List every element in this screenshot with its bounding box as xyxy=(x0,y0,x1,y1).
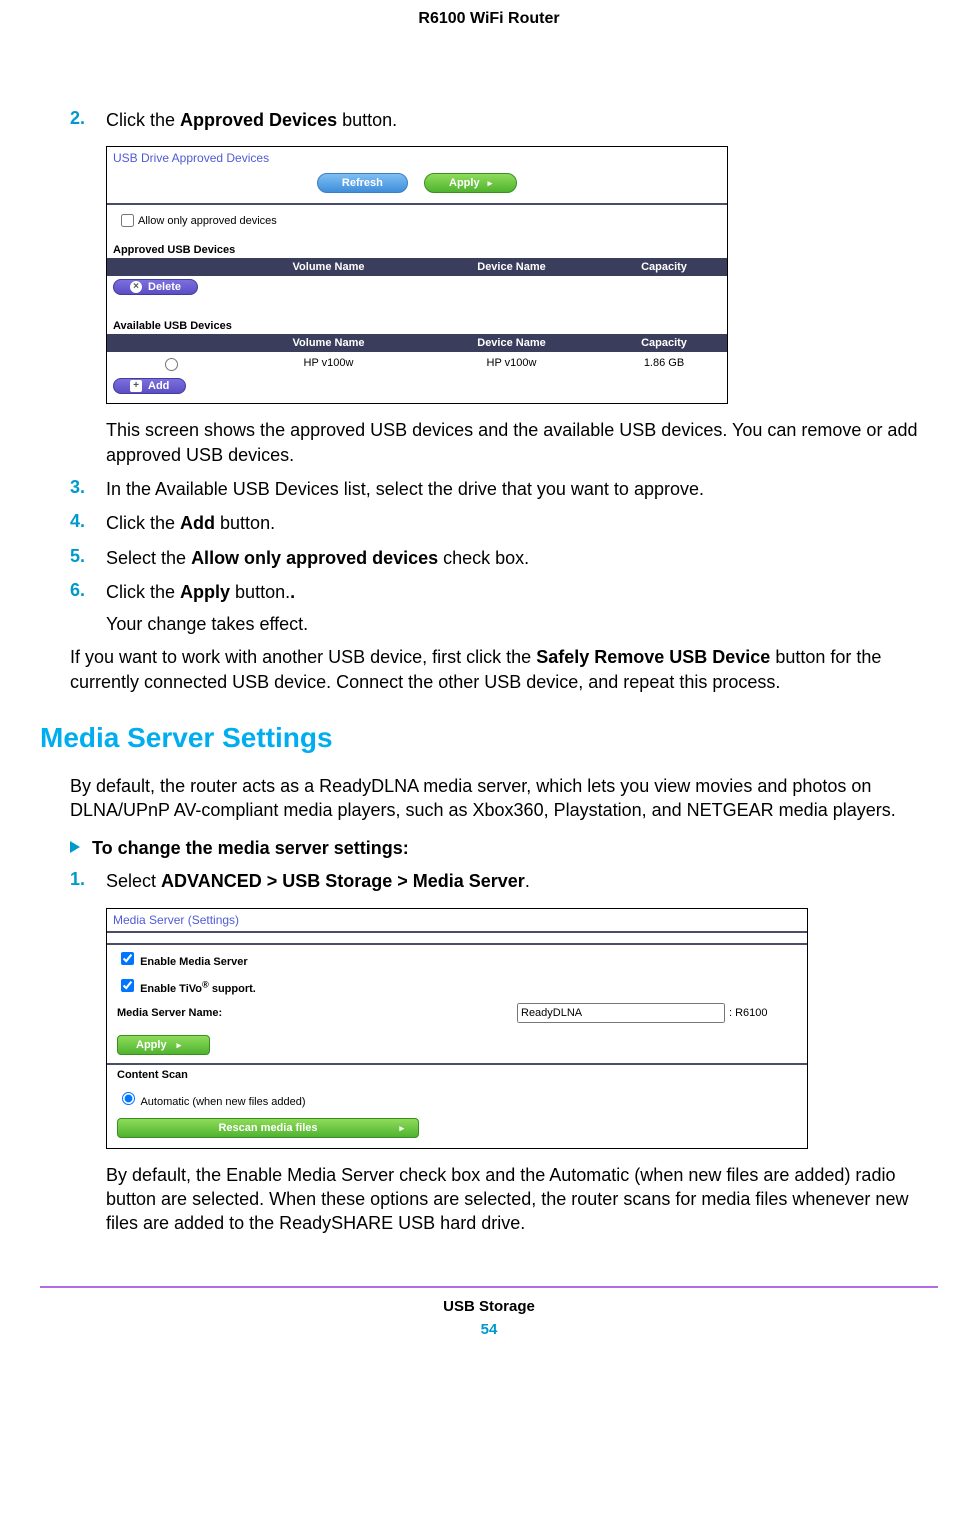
step-number: 4. xyxy=(70,511,85,532)
enable-media-checkbox[interactable] xyxy=(121,952,134,965)
apply-button[interactable]: Apply▸ xyxy=(117,1035,210,1055)
step-text: Click the xyxy=(106,582,180,602)
apply-button[interactable]: Apply▸ xyxy=(424,173,517,193)
refresh-button[interactable]: Refresh xyxy=(317,173,408,193)
media-server-name-label: Media Server Name: xyxy=(117,1007,517,1019)
footer-label: USB Storage xyxy=(40,1298,938,1315)
task-heading: To change the media server settings: xyxy=(70,838,938,859)
enable-media-checkbox-label[interactable]: Enable Media Server xyxy=(117,956,248,968)
step-3: 3. In the Available USB Devices list, se… xyxy=(70,477,938,501)
step-bold: Allow only approved devices xyxy=(191,548,438,568)
page-header: R6100 WiFi Router xyxy=(40,10,938,28)
step-1b: 1. Select ADVANCED > USB Storage > Media… xyxy=(70,869,938,893)
close-icon: × xyxy=(130,281,142,293)
page-number: 54 xyxy=(40,1321,938,1338)
rescan-button[interactable]: Rescan media files▸ xyxy=(117,1118,419,1138)
paragraph: This screen shows the approved USB devic… xyxy=(106,418,938,467)
arrow-right-icon: ▸ xyxy=(177,1040,182,1050)
arrow-right-icon: ▸ xyxy=(399,1123,404,1134)
step-text: Click the xyxy=(106,110,180,130)
panel-title: Media Server (Settings) xyxy=(107,909,807,931)
step-2: 2. Click the Approved Devices button. xyxy=(70,108,938,132)
step-4: 4. Click the Add button. xyxy=(70,511,938,535)
add-button[interactable]: +Add xyxy=(113,378,186,394)
step-bold: Apply xyxy=(180,582,230,602)
paragraph: By default, the router acts as a ReadyDL… xyxy=(70,774,938,823)
step-text: button. xyxy=(337,110,397,130)
select-device-radio[interactable] xyxy=(165,358,178,371)
footer: USB Storage 54 xyxy=(40,1286,938,1338)
step-number: 5. xyxy=(70,546,85,567)
step-text: button. xyxy=(215,513,275,533)
enable-tivo-checkbox-label[interactable]: Enable TiVo® support. xyxy=(117,983,256,995)
col-volume: Volume Name xyxy=(235,258,422,276)
plus-icon: + xyxy=(130,380,142,392)
paragraph: If you want to work with another USB dev… xyxy=(70,645,938,694)
automatic-radio[interactable] xyxy=(122,1092,135,1105)
step-text: In the Available USB Devices list, selec… xyxy=(106,479,704,499)
step-bold: Approved Devices xyxy=(180,110,337,130)
step-6: 6. Click the Apply button.. Your change … xyxy=(70,580,938,635)
allow-only-checkbox-label[interactable]: Allow only approved devices xyxy=(117,215,277,227)
step-text: button. xyxy=(230,582,290,602)
col-capacity: Capacity xyxy=(601,334,727,352)
cell-device: HP v100w xyxy=(422,352,601,375)
approved-section-label: Approved USB Devices xyxy=(107,236,727,258)
screenshot-approved-devices: USB Drive Approved Devices Refresh Apply… xyxy=(106,146,728,404)
screenshot-media-server: Media Server (Settings) Enable Media Ser… xyxy=(106,908,808,1149)
section-heading: Media Server Settings xyxy=(40,722,938,754)
cell-volume: HP v100w xyxy=(235,352,422,375)
arrow-right-icon: ▸ xyxy=(488,178,493,188)
content-scan-label: Content Scan xyxy=(117,1069,188,1081)
step-number: 1. xyxy=(70,869,85,890)
step-number: 3. xyxy=(70,477,85,498)
step-sub: Your change takes effect. xyxy=(106,614,938,635)
col-device: Device Name xyxy=(422,258,601,276)
allow-only-checkbox[interactable] xyxy=(121,214,134,227)
step-text: Select xyxy=(106,871,161,891)
step-number: 2. xyxy=(70,108,85,129)
approved-table: Volume Name Device Name Capacity ×Delete xyxy=(107,258,727,298)
step-text: Click the xyxy=(106,513,180,533)
cell-capacity: 1.86 GB xyxy=(601,352,727,375)
step-5: 5. Select the Allow only approved device… xyxy=(70,546,938,570)
automatic-radio-label[interactable]: Automatic (when new files added) xyxy=(117,1096,306,1108)
step-text: check box. xyxy=(438,548,529,568)
paragraph: By default, the Enable Media Server chec… xyxy=(106,1163,938,1236)
available-table: Volume Name Device Name Capacity HP v100… xyxy=(107,334,727,397)
step-text: . xyxy=(525,871,530,891)
enable-tivo-checkbox[interactable] xyxy=(121,979,134,992)
name-suffix: : R6100 xyxy=(729,1007,768,1019)
available-section-label: Available USB Devices xyxy=(107,312,727,334)
step-bold: Add xyxy=(180,513,215,533)
step-bold: ADVANCED > USB Storage > Media Server xyxy=(161,871,525,891)
step-number: 6. xyxy=(70,580,85,601)
delete-button[interactable]: ×Delete xyxy=(113,279,198,295)
step-text: Select the xyxy=(106,548,191,568)
col-device: Device Name xyxy=(422,334,601,352)
col-volume: Volume Name xyxy=(235,334,422,352)
triangle-icon xyxy=(70,841,80,853)
panel-title: USB Drive Approved Devices xyxy=(107,147,727,169)
col-capacity: Capacity xyxy=(601,258,727,276)
media-server-name-input[interactable] xyxy=(517,1003,725,1023)
